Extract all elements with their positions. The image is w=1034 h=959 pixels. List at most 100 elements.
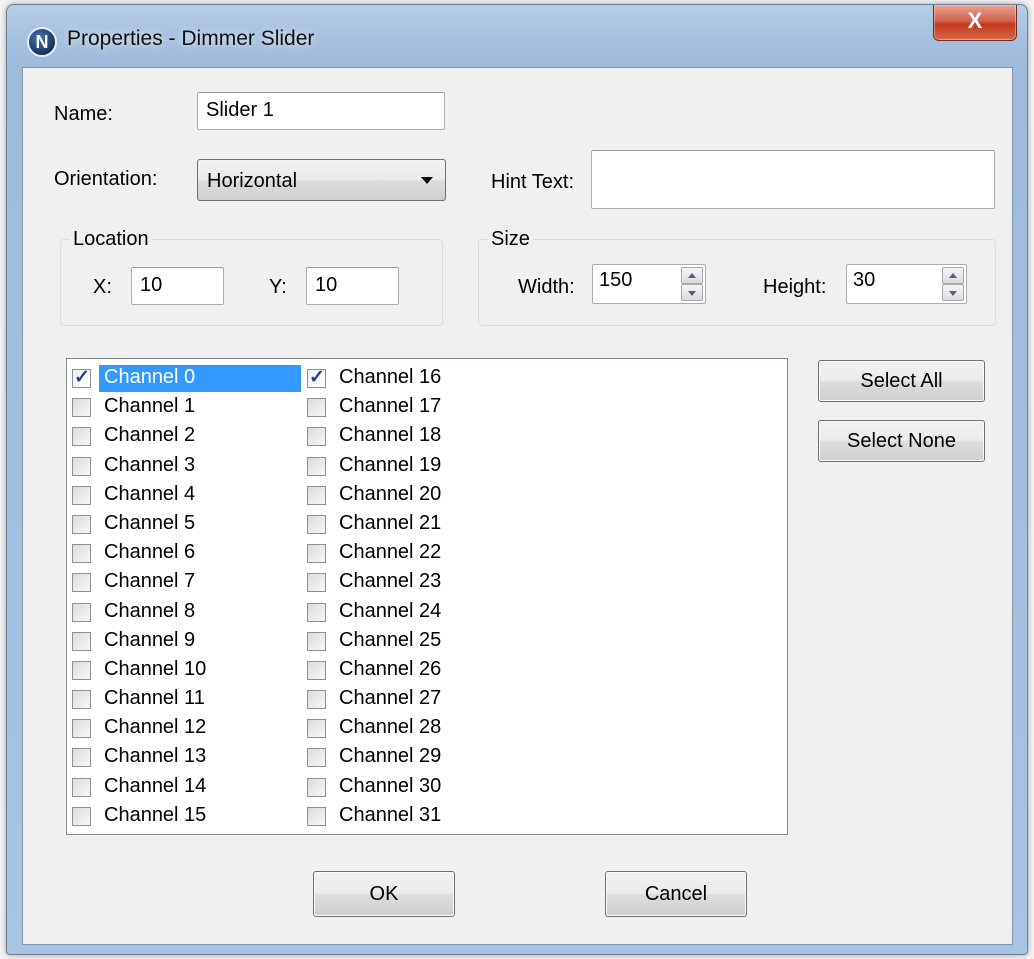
channel-label: Channel 7: [104, 570, 196, 593]
channel-item[interactable]: Channel 8: [67, 598, 302, 627]
channel-checkbox[interactable]: [72, 631, 91, 651]
x-label: X:: [93, 276, 112, 298]
channel-item[interactable]: Channel 23: [302, 568, 542, 597]
channel-item[interactable]: Channel 3: [67, 452, 302, 481]
channel-checkbox[interactable]: [72, 602, 91, 622]
dialog-client-area: Name: Slider 1 Orientation: Horizontal H…: [22, 67, 1013, 945]
channel-label: Channel 16: [339, 366, 442, 388]
height-spinner[interactable]: 30: [846, 264, 967, 304]
location-group-title: Location: [70, 228, 152, 251]
channel-item[interactable]: Channel 10: [67, 656, 302, 685]
channel-item[interactable]: ✓ Channel 16: [302, 364, 542, 393]
ok-button[interactable]: OK: [313, 871, 455, 917]
width-increment-button[interactable]: [681, 267, 703, 284]
channel-item[interactable]: Channel 28: [302, 714, 542, 743]
channel-checkbox[interactable]: [307, 514, 326, 534]
channel-item[interactable]: Channel 5: [67, 510, 302, 539]
channel-item[interactable]: Channel 18: [302, 422, 542, 451]
channel-label: Channel 23: [339, 570, 442, 593]
orientation-select[interactable]: Horizontal: [197, 159, 446, 201]
channel-item[interactable]: Channel 25: [302, 627, 542, 656]
channel-item[interactable]: ✓ Channel 0: [67, 364, 302, 393]
channel-item[interactable]: Channel 21: [302, 510, 542, 539]
channel-label: Channel 29: [339, 745, 442, 768]
channel-checkbox[interactable]: [72, 544, 91, 564]
channel-item[interactable]: Channel 2: [67, 422, 302, 451]
channel-checklist[interactable]: ✓ Channel 0 Channel 1 Channel 2 Channel 3 Cha…: [66, 358, 788, 835]
channel-item[interactable]: Channel 15: [67, 802, 302, 831]
channel-label: Channel 28: [339, 716, 442, 739]
channel-checkbox[interactable]: [307, 719, 326, 739]
channel-checkbox[interactable]: [307, 456, 326, 476]
channel-checkbox[interactable]: [307, 748, 326, 768]
channel-checkbox[interactable]: [307, 602, 326, 622]
channel-checkbox[interactable]: [307, 544, 326, 564]
title-bar[interactable]: N Properties - Dimmer Slider X: [7, 5, 1027, 67]
channel-checkbox[interactable]: ✓: [307, 367, 326, 388]
name-input[interactable]: Slider 1: [197, 92, 445, 130]
channel-checkbox[interactable]: [307, 806, 326, 826]
channel-item[interactable]: Channel 1: [67, 393, 302, 422]
channel-checkbox[interactable]: [72, 719, 91, 739]
channel-label: Channel 10: [104, 657, 207, 680]
channel-checkbox[interactable]: ✓: [72, 367, 91, 388]
close-button[interactable]: X: [933, 5, 1017, 41]
channel-checkbox[interactable]: [307, 427, 326, 447]
channel-label: Channel 24: [339, 599, 442, 622]
channel-item[interactable]: Channel 19: [302, 452, 542, 481]
height-decrement-button[interactable]: [942, 284, 964, 301]
channel-checkbox[interactable]: [72, 485, 91, 505]
channel-checkbox[interactable]: [72, 777, 91, 797]
channel-checkbox[interactable]: [307, 573, 326, 593]
channel-checkbox[interactable]: [307, 690, 326, 710]
channel-label: Channel 2: [104, 424, 196, 447]
select-none-button[interactable]: Select None: [818, 420, 985, 462]
height-increment-button[interactable]: [942, 267, 964, 284]
channel-item[interactable]: Channel 6: [67, 539, 302, 568]
channel-checkbox[interactable]: [307, 777, 326, 797]
channel-checkbox[interactable]: [72, 660, 91, 680]
x-input[interactable]: 10: [131, 267, 224, 305]
channel-item[interactable]: Channel 7: [67, 568, 302, 597]
channel-item[interactable]: Channel 27: [302, 685, 542, 714]
channel-item[interactable]: Channel 31: [302, 802, 542, 831]
checkmark-icon: ✓: [309, 367, 325, 388]
channel-item[interactable]: Channel 4: [67, 481, 302, 510]
channel-item[interactable]: Channel 26: [302, 656, 542, 685]
channel-checkbox[interactable]: [72, 690, 91, 710]
cancel-button[interactable]: Cancel: [605, 871, 747, 917]
channel-checkbox[interactable]: [72, 398, 91, 418]
channel-checkbox[interactable]: [72, 427, 91, 447]
channel-label: Channel 9: [104, 628, 196, 651]
channel-checkbox[interactable]: [72, 456, 91, 476]
width-decrement-button[interactable]: [681, 284, 703, 301]
width-spinner[interactable]: 150: [592, 264, 706, 304]
channel-checkbox[interactable]: [307, 485, 326, 505]
channel-item[interactable]: Channel 14: [67, 773, 302, 802]
channel-label: Channel 6: [104, 541, 196, 564]
y-input[interactable]: 10: [306, 267, 399, 305]
channel-item[interactable]: Channel 20: [302, 481, 542, 510]
channel-checkbox[interactable]: [72, 573, 91, 593]
hint-text-input[interactable]: [591, 150, 995, 209]
channel-item[interactable]: Channel 29: [302, 743, 542, 772]
channel-item[interactable]: Channel 9: [67, 627, 302, 656]
width-label: Width:: [518, 276, 575, 298]
channel-item[interactable]: Channel 12: [67, 714, 302, 743]
channel-item[interactable]: Channel 24: [302, 598, 542, 627]
channel-label: Channel 22: [339, 541, 442, 564]
channel-item[interactable]: Channel 11: [67, 685, 302, 714]
channel-label: Channel 21: [339, 511, 442, 534]
channel-checkbox[interactable]: [307, 660, 326, 680]
channel-item[interactable]: Channel 17: [302, 393, 542, 422]
select-all-button[interactable]: Select All: [818, 360, 985, 402]
channel-item[interactable]: Channel 13: [67, 743, 302, 772]
channel-item[interactable]: Channel 22: [302, 539, 542, 568]
channel-checkbox[interactable]: [307, 398, 326, 418]
channel-checkbox[interactable]: [72, 806, 91, 826]
channel-checkbox[interactable]: [72, 748, 91, 768]
channel-item[interactable]: Channel 30: [302, 773, 542, 802]
channel-label: Channel 11: [104, 687, 205, 710]
channel-checkbox[interactable]: [307, 631, 326, 651]
channel-checkbox[interactable]: [72, 514, 91, 534]
